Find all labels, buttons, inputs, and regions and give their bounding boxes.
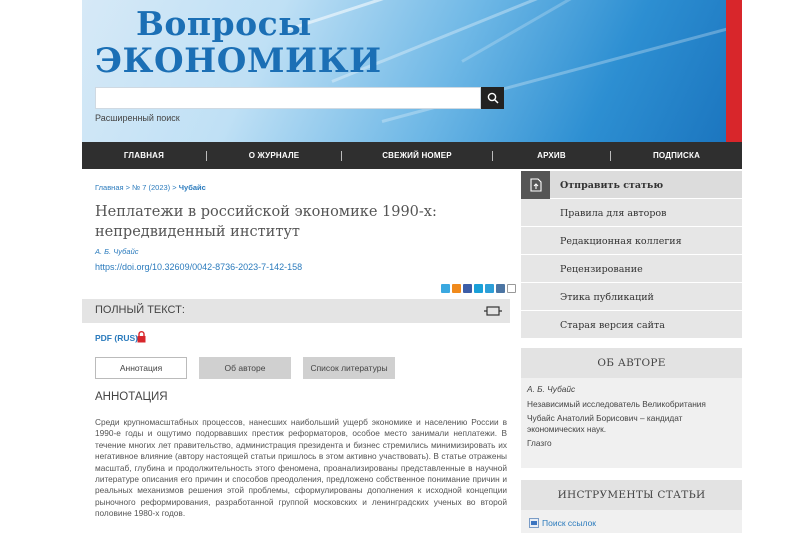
breadcrumb-home[interactable]: Главная xyxy=(95,183,124,192)
share-icon[interactable] xyxy=(485,284,494,293)
header-decoration xyxy=(461,0,723,63)
fulltext-bar: ПОЛНЫЙ ТЕКСТ: xyxy=(82,299,510,323)
search-button[interactable] xyxy=(481,87,504,109)
share-buttons xyxy=(441,284,516,293)
nav-item-current-issue[interactable]: СВЕЖИЙ НОМЕР xyxy=(342,151,492,160)
main-nav: ГЛАВНАЯ О ЖУРНАЛЕ СВЕЖИЙ НОМЕР АРХИВ ПОД… xyxy=(82,142,742,169)
search-input[interactable] xyxy=(95,87,481,109)
sidebar-item-label: Рецензирование xyxy=(560,264,643,275)
breadcrumb-current: Чубайс xyxy=(178,183,206,192)
sidebar-item-peer-review[interactable]: Рецензирование xyxy=(521,255,742,283)
about-author-box: ОБ АВТОРЕ А. Б. Чубайс Независимый иссле… xyxy=(521,348,742,468)
share-icon[interactable] xyxy=(452,284,461,293)
sidebar-item-old-site[interactable]: Старая версия сайта xyxy=(521,311,742,339)
article-tools-title: ИНСТРУМЕНТЫ СТАТЬИ xyxy=(521,480,742,510)
nav-item-archive[interactable]: АРХИВ xyxy=(493,151,610,160)
article-author[interactable]: А. Б. Чубайс xyxy=(95,247,139,256)
logo-line1[interactable]: Вопросы xyxy=(136,4,312,43)
breadcrumb-separator: > xyxy=(170,183,179,192)
tab-about-author[interactable]: Об авторе xyxy=(199,357,291,379)
abstract-text: Среди крупномасштабных процессов, нанесш… xyxy=(95,417,507,519)
fulltext-label: ПОЛНЫЙ ТЕКСТ: xyxy=(95,304,185,316)
article-tools-box: ИНСТРУМЕНТЫ СТАТЬИ Поиск ссылок xyxy=(521,480,742,533)
article-title: Неплатежи в российской экономике 1990-х:… xyxy=(95,204,437,240)
tab-abstract[interactable]: Аннотация xyxy=(95,357,187,379)
find-references-link[interactable]: Поиск ссылок xyxy=(529,518,596,528)
share-icon[interactable] xyxy=(463,284,472,293)
nav-item-home[interactable]: ГЛАВНАЯ xyxy=(82,151,206,160)
expand-icon[interactable] xyxy=(484,305,502,317)
nav-item-subscription[interactable]: ПОДПИСКА xyxy=(611,151,742,160)
sidebar-item-publication-ethics[interactable]: Этика публикаций xyxy=(521,283,742,311)
pdf-link[interactable]: PDF (RUS) xyxy=(95,333,138,343)
share-icon[interactable] xyxy=(496,284,505,293)
about-author-title: ОБ АВТОРЕ xyxy=(521,348,742,378)
breadcrumb: Главная > № 7 (2023) > Чубайс xyxy=(95,183,206,192)
author-description: Чубайс Анатолий Борисович – кандидат эко… xyxy=(527,413,683,434)
header-decoration xyxy=(331,0,722,83)
sidebar-item-label: Старая версия сайта xyxy=(560,320,665,331)
sidebar-item-submit-article[interactable]: Отправить статью xyxy=(521,171,742,199)
advanced-search-link[interactable]: Расширенный поиск xyxy=(95,113,180,123)
article-doi-link[interactable]: https://doi.org/10.32609/0042-8736-2023-… xyxy=(95,262,302,272)
nav-item-about[interactable]: О ЖУРНАЛЕ xyxy=(207,151,341,160)
sidebar-item-label: Этика публикаций xyxy=(560,292,654,303)
page: Вопросы ЭКОНОМИКИ Расширенный поиск ГЛАВ… xyxy=(0,0,800,533)
author-city: Глазго xyxy=(527,438,552,448)
about-author-body: А. Б. Чубайс Независимый исследователь В… xyxy=(521,378,742,449)
sidebar-item-label: Редакционная коллегия xyxy=(560,236,682,247)
document-upload-icon xyxy=(521,171,550,199)
breadcrumb-separator: > xyxy=(123,183,133,192)
sidebar-item-author-guidelines[interactable]: Правила для авторов xyxy=(521,199,742,227)
abstract-heading: АННОТАЦИЯ xyxy=(95,391,168,403)
sidebar-item-label: Отправить статью xyxy=(560,180,664,191)
breadcrumb-issue[interactable]: № 7 (2023) xyxy=(132,183,170,192)
share-icon[interactable] xyxy=(441,284,450,293)
site-header: Вопросы ЭКОНОМИКИ Расширенный поиск xyxy=(82,0,742,142)
share-icon[interactable] xyxy=(507,284,516,293)
sidebar-item-label: Правила для авторов xyxy=(560,208,667,219)
header-decoration xyxy=(281,0,720,33)
search-icon xyxy=(487,92,499,104)
share-icon[interactable] xyxy=(474,284,483,293)
sidebar-item-editorial-board[interactable]: Редакционная коллегия xyxy=(521,227,742,255)
author-affiliation: Независимый исследователь Великобритания xyxy=(527,398,706,409)
lock-icon xyxy=(137,331,146,343)
logo-line2[interactable]: ЭКОНОМИКИ xyxy=(95,41,382,81)
search-references-icon xyxy=(529,518,539,528)
tab-references[interactable]: Список литературы xyxy=(303,357,395,379)
site-wrapper: Вопросы ЭКОНОМИКИ Расширенный поиск ГЛАВ… xyxy=(82,0,742,533)
sidebar-menu: Отправить статью Правила для авторов Ред… xyxy=(521,171,742,339)
author-name: А. Б. Чубайс xyxy=(527,384,576,394)
find-references-label: Поиск ссылок xyxy=(542,518,597,528)
